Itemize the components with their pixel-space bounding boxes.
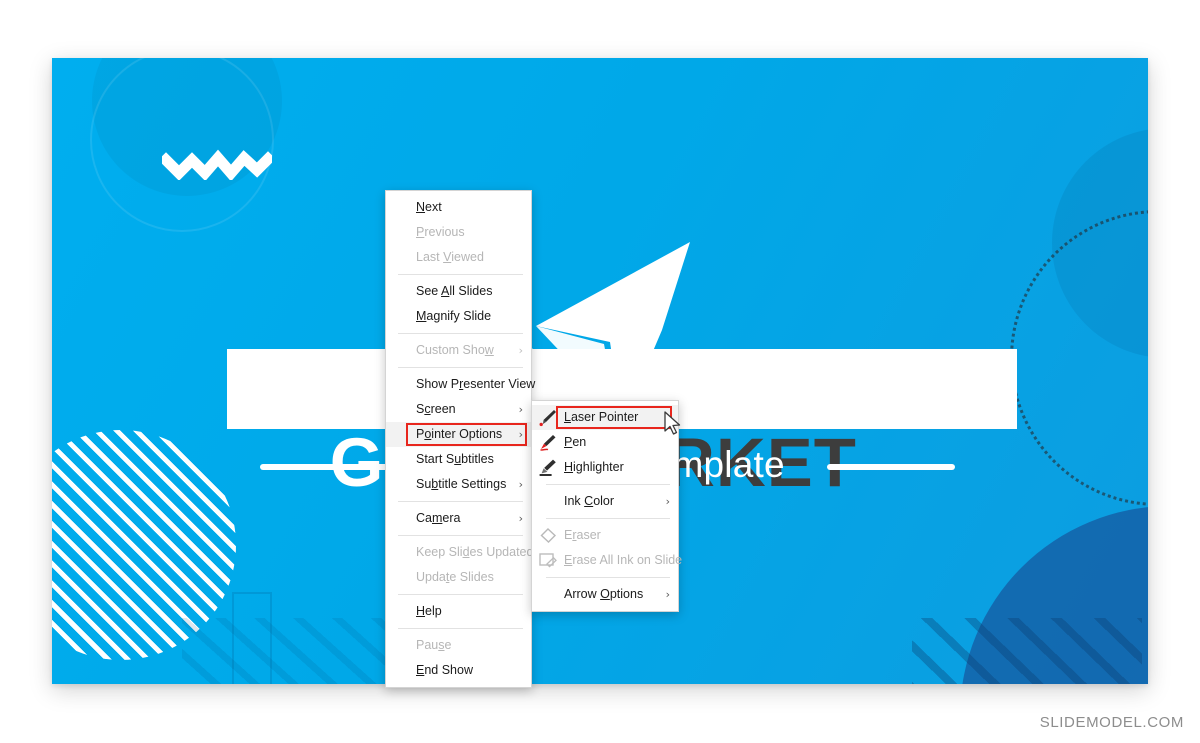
menu-item-keep-slides-updated: Keep Slides Updated <box>386 540 534 565</box>
menu-item-erase-all-ink-on-slide: Erase All Ink on Slide <box>532 548 682 573</box>
menu-item-label: End Show <box>416 663 473 677</box>
subtitle-rule-right <box>827 464 955 470</box>
menu-item-label: Next <box>416 200 442 214</box>
menu-item-label: Screen <box>416 402 456 416</box>
menu-item-screen[interactable]: Screen › <box>386 397 531 422</box>
menu-item-pause: Pause <box>386 633 531 658</box>
chevron-right-icon: › <box>518 344 523 357</box>
bottom-right-stripes-decoration <box>912 618 1142 684</box>
zigzag-icon <box>162 149 272 180</box>
menu-item-label: Ink Color <box>564 494 615 508</box>
menu-item-label: Pause <box>416 638 452 652</box>
menu-item-magnify-slide[interactable]: Magnify Slide <box>386 304 531 329</box>
highlighter-icon <box>539 459 556 476</box>
menu-item-label: Custom Show <box>416 343 494 357</box>
menu-item-highlighter[interactable]: Highlighter <box>532 455 678 480</box>
menu-separator <box>546 484 670 485</box>
erase-all-ink-icon <box>539 553 557 568</box>
menu-item-label: Erase All Ink on Slide <box>564 553 683 567</box>
menu-separator <box>398 594 523 595</box>
chevron-right-icon: › <box>518 478 523 491</box>
menu-item-label: Last Viewed <box>416 250 484 264</box>
menu-separator <box>398 367 523 368</box>
menu-item-ink-color[interactable]: Ink Color › <box>532 489 678 514</box>
menu-item-pen[interactable]: Pen <box>532 430 678 455</box>
menu-item-last-viewed: Last Viewed <box>386 245 531 270</box>
mouse-pointer-icon <box>664 411 681 435</box>
presentation-context-menu[interactable]: Next Previous Last Viewed See All Slides Mag… <box>385 190 535 688</box>
eraser-icon <box>540 528 557 543</box>
menu-item-label: Pointer Options <box>416 427 503 441</box>
menu-item-camera[interactable]: Camera › <box>386 506 531 531</box>
laser-pointer-icon <box>539 410 556 427</box>
menu-item-label: Arrow Options <box>564 587 644 601</box>
menu-item-next[interactable]: Next <box>386 195 531 220</box>
menu-item-end-show[interactable]: End Show <box>386 658 531 683</box>
menu-separator <box>546 577 670 578</box>
bottom-left-rectangle-outline <box>232 592 272 684</box>
menu-item-label: Keep Slides Updated <box>416 545 534 559</box>
menu-item-custom-show: Custom Show › <box>386 338 531 363</box>
pen-icon <box>540 435 556 451</box>
menu-separator <box>546 518 670 519</box>
menu-item-show-presenter-view[interactable]: Show Presenter View <box>386 372 535 397</box>
menu-separator <box>398 333 523 334</box>
menu-item-label: Update Slides <box>416 570 494 584</box>
menu-item-label: See All Slides <box>416 284 493 298</box>
chevron-right-icon: › <box>665 495 670 508</box>
menu-separator <box>398 501 523 502</box>
menu-item-previous: Previous <box>386 220 531 245</box>
menu-item-label: Pen <box>564 435 587 449</box>
menu-separator <box>398 535 523 536</box>
menu-separator <box>398 274 523 275</box>
menu-item-eraser: Eraser <box>532 523 678 548</box>
menu-item-update-slides: Update Slides <box>386 565 531 590</box>
menu-item-see-all-slides[interactable]: See All Slides <box>386 279 531 304</box>
pointer-options-submenu[interactable]: Laser Pointer Pen Highlighter Ink Color › Era… <box>531 400 682 612</box>
menu-item-laser-pointer[interactable]: Laser Pointer <box>532 405 678 430</box>
chevron-right-icon: › <box>665 588 670 601</box>
menu-item-subtitle-settings[interactable]: Subtitle Settings › <box>386 472 531 497</box>
menu-item-pointer-options[interactable]: Pointer Options › <box>386 422 531 447</box>
chevron-right-icon: › <box>518 428 523 441</box>
chevron-right-icon: › <box>518 512 523 525</box>
menu-item-label: Help <box>416 604 442 618</box>
menu-item-label: Subtitle Settings <box>416 477 507 491</box>
menu-item-label: Magnify Slide <box>416 309 492 323</box>
menu-item-label: Laser Pointer <box>564 410 639 424</box>
chevron-right-icon: › <box>518 403 523 416</box>
menu-item-arrow-options[interactable]: Arrow Options › <box>532 582 678 607</box>
menu-item-label: Start Subtitles <box>416 452 494 466</box>
watermark: SLIDEMODEL.COM <box>1039 714 1184 731</box>
menu-item-label: Previous <box>416 225 465 239</box>
menu-item-help[interactable]: Help <box>386 599 531 624</box>
menu-item-label: Camera <box>416 511 461 525</box>
menu-item-label: Eraser <box>564 528 601 542</box>
menu-item-label: Highlighter <box>564 460 624 474</box>
menu-item-start-subtitles[interactable]: Start Subtitles <box>386 447 531 472</box>
menu-item-label: Show Presenter View <box>416 377 536 391</box>
menu-separator <box>398 628 523 629</box>
